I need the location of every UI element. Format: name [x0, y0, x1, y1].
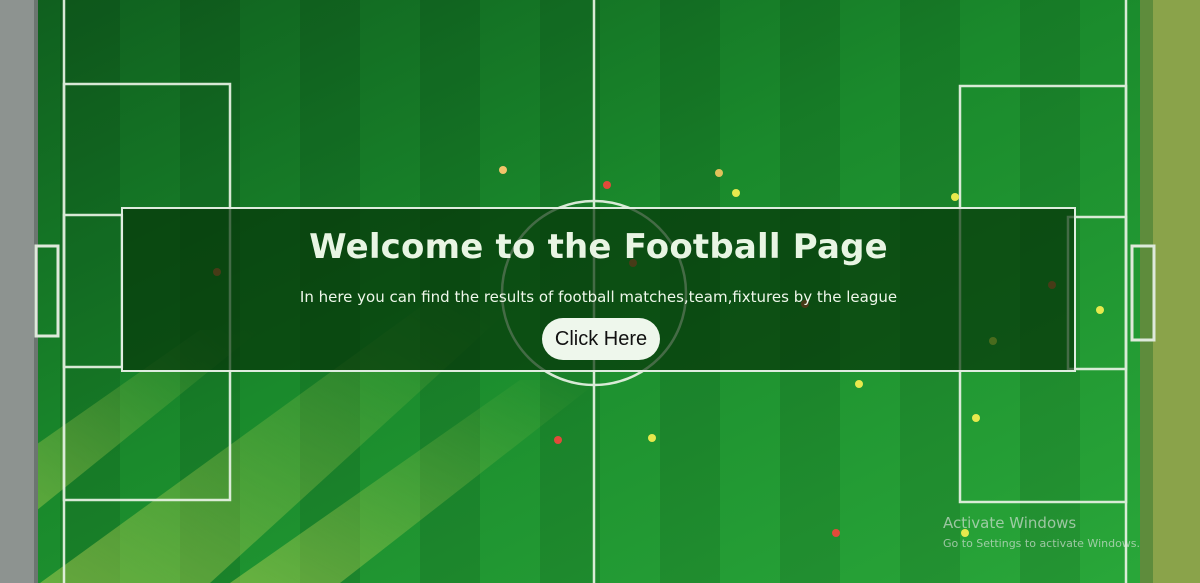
- activate-windows-watermark: Activate Windows Go to Settings to activ…: [943, 514, 1140, 552]
- watermark-subtitle: Go to Settings to activate Windows.: [943, 537, 1141, 550]
- welcome-panel: Welcome to the Football Page In here you…: [121, 207, 1076, 372]
- watermark-title: Activate Windows: [943, 514, 1077, 532]
- page-title: Welcome to the Football Page: [309, 227, 888, 267]
- click-here-button[interactable]: Click Here: [542, 318, 660, 360]
- hero-subtitle: In here you can find the results of foot…: [299, 288, 898, 306]
